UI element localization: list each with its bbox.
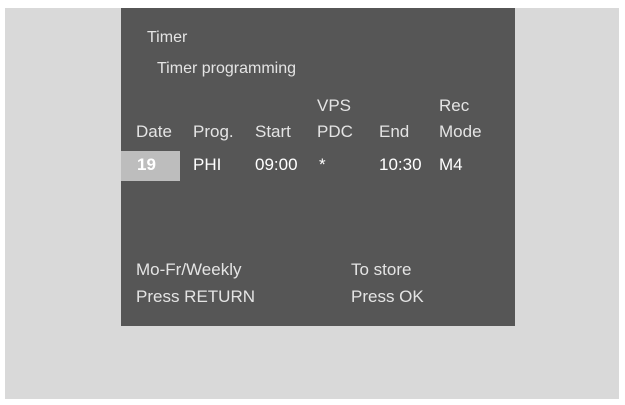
hint-store: To store [351,260,412,279]
column-header-vps: VPS [317,96,352,115]
hint-ok: Press OK [351,287,424,306]
entry-date[interactable]: 19 [137,155,156,175]
entry-start[interactable]: 09:00 [255,155,298,175]
entry-mode[interactable]: M4 [439,155,463,175]
column-header-mode: Mode [439,122,482,141]
entry-end[interactable]: 10:30 [379,155,422,175]
entry-prog[interactable]: PHI [193,155,221,175]
column-header-end: End [379,122,410,141]
entry-vps-pdc[interactable]: * [319,155,326,175]
column-header-date: Date [136,122,172,141]
column-header-prog: Prog. [193,122,234,141]
column-header-rec: Rec [439,96,470,115]
timer-osd-panel: Timer Timer programming Date Prog. Start… [121,8,515,326]
menu-title: Timer [147,29,188,46]
hint-return: Press RETURN [136,287,256,306]
hint-weekly: Mo-Fr/Weekly [136,260,242,279]
menu-subtitle: Timer programming [157,60,296,77]
column-header-pdc: PDC [317,122,353,141]
column-header-start: Start [255,122,291,141]
